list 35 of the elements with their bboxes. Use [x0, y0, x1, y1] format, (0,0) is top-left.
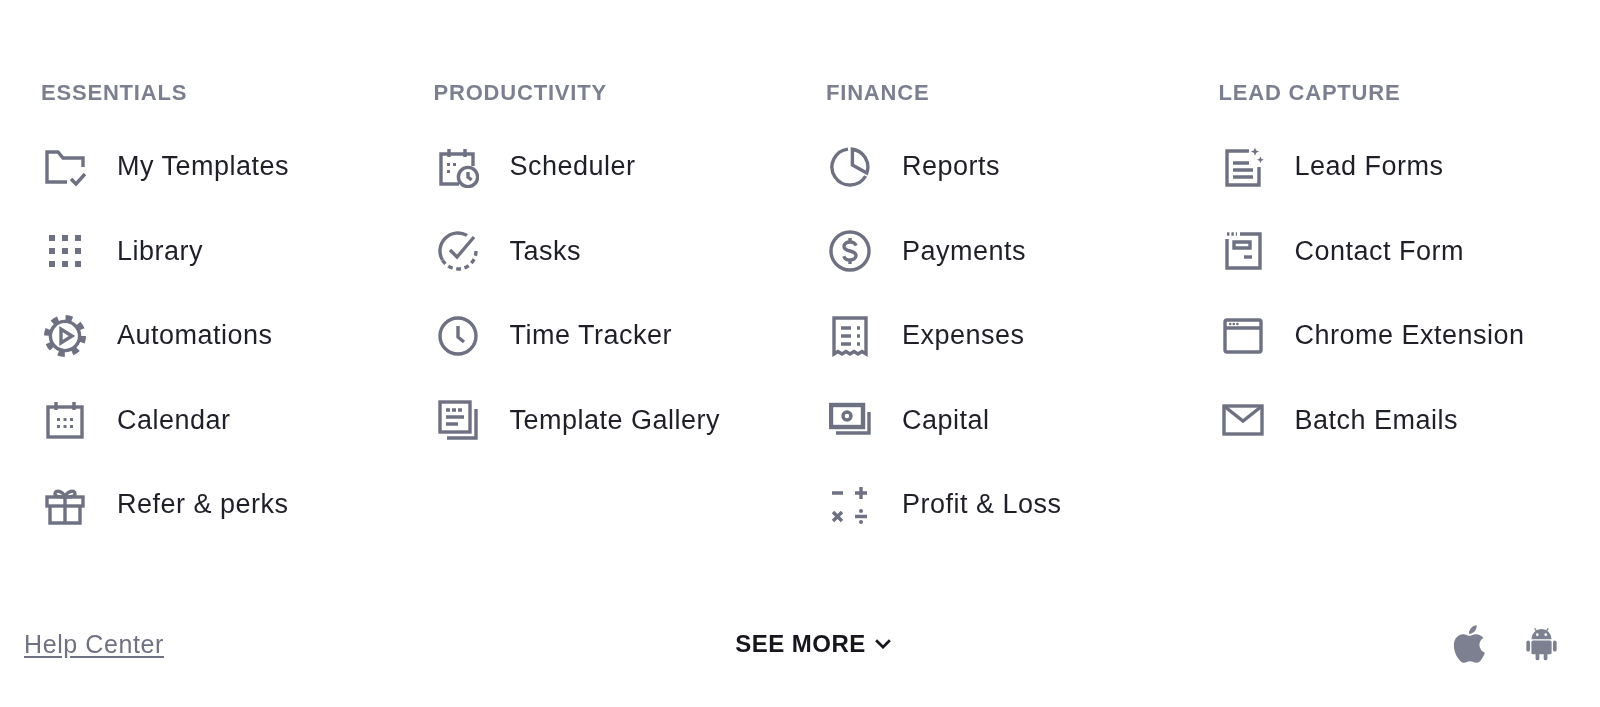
menu-link[interactable]: Tasks [433, 229, 582, 273]
menu-link[interactable]: Contact Form [1218, 229, 1465, 273]
menu-link[interactable]: Capital [826, 398, 990, 442]
menu-link[interactable]: Template Gallery [433, 398, 721, 442]
menu-link[interactable]: Scheduler [433, 144, 636, 189]
menu-link[interactable]: Expenses [826, 313, 1025, 358]
check-circle-icon [436, 230, 479, 272]
calendar-icon [44, 399, 86, 441]
menu-link[interactable]: Time Tracker [433, 313, 672, 358]
menu-link[interactable]: Automations [41, 313, 273, 358]
stacked-document-icon [436, 399, 479, 441]
section-heading: FINANCE [826, 80, 931, 106]
clock-icon [436, 314, 479, 357]
menu-link[interactable]: Profit & Loss [826, 482, 1062, 527]
menu-link[interactable]: Batch Emails [1218, 398, 1459, 442]
menu-link[interactable]: Lead Forms [1218, 144, 1444, 189]
receipt-icon [829, 314, 871, 357]
see-more-button[interactable]: SEE MORE [735, 630, 891, 658]
chevron-down-icon [874, 639, 891, 649]
menu-link[interactable]: Refer & perks [41, 482, 289, 527]
menu-link[interactable]: Reports [826, 144, 1001, 189]
section-heading: PRODUCTIVITY [433, 80, 608, 106]
dollar-circle-icon [829, 230, 871, 272]
section-heading: LEAD CAPTURE [1218, 80, 1402, 106]
menu-link[interactable]: My Templates [41, 144, 290, 189]
menu-link[interactable]: Library [41, 229, 204, 273]
gear-play-icon [44, 314, 86, 357]
help-center-link[interactable]: Help Center [24, 629, 164, 659]
section-heading: ESSENTIALS [41, 80, 189, 106]
menu-link[interactable]: Calendar [41, 398, 231, 442]
pie-chart-icon [829, 145, 871, 188]
menu-link[interactable]: Payments [826, 229, 1027, 273]
robot-icon[interactable] [1526, 625, 1557, 663]
menu-link[interactable]: Chrome Extension [1218, 313, 1525, 358]
apple-icon[interactable] [1453, 625, 1486, 663]
